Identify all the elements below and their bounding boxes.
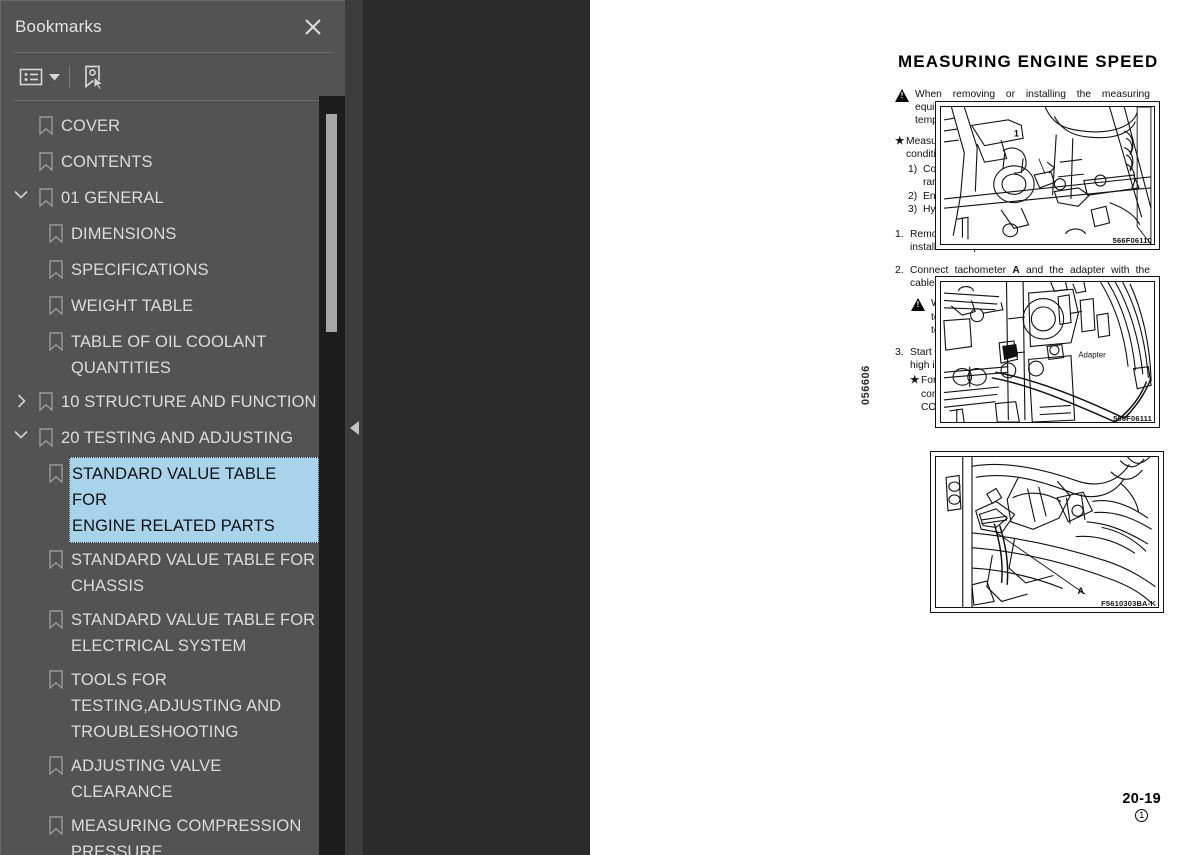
bookmark-item[interactable]: SPECIFICATIONS: [1, 253, 319, 289]
bookmark-item-label: MEASURING COMPRESSION PRESSURE: [71, 817, 302, 855]
bookmark-icon: [43, 603, 69, 629]
bookmark-icon: [43, 543, 69, 569]
bookmark-item[interactable]: STANDARD VALUE TABLE FOR CHASSIS: [1, 543, 319, 603]
bookmark-icon: [33, 145, 59, 171]
bookmark-item[interactable]: 01 GENERAL: [1, 181, 319, 217]
condition-number: 2): [908, 190, 918, 202]
panel-title: Bookmarks: [15, 17, 102, 36]
bookmark-icon: [43, 253, 69, 279]
bookmark-item-label: TOOLS FOR TESTING,ADJUSTING AND TROUBLES…: [71, 671, 282, 741]
collapse-left-triangle-icon[interactable]: [345, 0, 363, 855]
figure-1-drawing: 1: [943, 107, 1152, 244]
chevron-right-icon[interactable]: [9, 385, 33, 408]
figure-3: A F5610303BA-K: [930, 451, 1164, 613]
condition-number: 1): [908, 164, 918, 176]
pdf-page: 056606 MEASURING ENGINE SPEED When remov…: [590, 0, 1200, 855]
figure-2-drawing: Adapter: [943, 282, 1152, 422]
bookmark-item-label: 01 GENERAL: [61, 189, 164, 207]
bookmark-item-label: 10 STRUCTURE AND FUNCTION: [61, 393, 317, 411]
warning-triangle-icon: [911, 298, 925, 312]
bookmarks-scrollbar[interactable]: [319, 96, 345, 855]
bookmark-item[interactable]: TOOLS FOR TESTING,ADJUSTING AND TROUBLES…: [1, 663, 319, 749]
warning-triangle-icon: [895, 89, 909, 102]
triangle-glyph: [349, 420, 359, 435]
bookmark-tree-viewport: COVER CONTENTS 01 GENERAL DIMENSIONS SPECIFI…: [1, 102, 345, 855]
svg-text:Adapter: Adapter: [1078, 351, 1106, 360]
bookmark-item[interactable]: TABLE OF OIL COOLANT QUANTITIES: [1, 325, 319, 385]
bookmarks-scrollbar-thumb[interactable]: [326, 114, 337, 332]
page-number-value: 20-19: [1122, 791, 1161, 807]
toolbar-divider-bottom: [13, 100, 333, 101]
bookmark-tree: COVER CONTENTS 01 GENERAL DIMENSIONS SPECIFI…: [1, 102, 319, 855]
bookmark-item[interactable]: ADJUSTING VALVE CLEARANCE: [1, 749, 319, 809]
page-mark-circled: 1: [1135, 809, 1149, 822]
bookmark-item-label: DIMENSIONS: [71, 225, 177, 243]
bookmark-item-label: TABLE OF OIL COOLANT QUANTITIES: [71, 333, 267, 377]
page-side-code: 056606: [860, 365, 872, 405]
bookmark-icon: [43, 217, 69, 243]
figure-3-code: F5610303BA-K: [1101, 599, 1156, 608]
chevron-down-icon[interactable]: [9, 181, 33, 199]
pdf-reader-window: Bookmarks COVER CONTENTS 01 GENERAL DIME…: [0, 0, 1200, 855]
close-icon[interactable]: [301, 15, 325, 39]
bookmark-item-label: CONTENTS: [61, 153, 153, 171]
step-number-1: 1.: [895, 227, 904, 240]
bookmark-icon: [43, 289, 69, 315]
bookmark-item[interactable]: STANDARD VALUE TABLE FOR ENGINE RELATED …: [1, 457, 319, 543]
bookmark-item-label: STANDARD VALUE TABLE FOR ENGINE RELATED …: [69, 457, 319, 543]
bookmark-item[interactable]: DIMENSIONS: [1, 217, 319, 253]
bookmark-item-label: COVER: [61, 117, 121, 135]
bookmark-pointer-icon[interactable]: [80, 62, 106, 92]
bookmark-icon: [43, 663, 69, 689]
bookmark-icon: [33, 109, 59, 135]
bookmark-item[interactable]: STANDARD VALUE TABLE FOR ELECTRICAL SYST…: [1, 603, 319, 663]
chevron-down-icon[interactable]: [45, 62, 63, 92]
bookmark-item[interactable]: WEIGHT TABLE: [1, 289, 319, 325]
figure-1-code: 566F06110: [1112, 236, 1152, 245]
bookmarks-toolbar: [1, 53, 345, 101]
bookmarks-panel-header: Bookmarks: [1, 1, 345, 53]
condition-number: 3): [908, 204, 918, 216]
list-view-icon[interactable]: [19, 62, 45, 92]
bookmark-item[interactable]: 10 STRUCTURE AND FUNCTION: [1, 385, 319, 421]
chevron-down-icon[interactable]: [9, 421, 33, 439]
bookmarks-panel: Bookmarks COVER CONTENTS 01 GENERAL DIME…: [0, 0, 345, 855]
svg-text:A: A: [1078, 586, 1085, 596]
bookmark-item[interactable]: MEASURING COMPRESSION PRESSURE: [1, 809, 319, 855]
bookmark-icon: [43, 325, 69, 351]
pdf-viewer-area[interactable]: 056606 MEASURING ENGINE SPEED When remov…: [363, 0, 1200, 855]
figure-2-frame: Adapter: [940, 281, 1155, 423]
figure-3-drawing: A: [945, 457, 1156, 607]
bookmark-item[interactable]: 20 TESTING AND ADJUSTING: [1, 421, 319, 457]
bookmark-item-label: STANDARD VALUE TABLE FOR CHASSIS: [71, 551, 316, 595]
figure-3-frame: A: [935, 456, 1159, 608]
figure-1: 1 566F06110: [935, 101, 1160, 250]
page-number: 20-19 1: [1122, 790, 1161, 822]
step-number-3: 3.: [895, 346, 904, 359]
svg-text:1: 1: [1014, 128, 1019, 138]
bookmark-item[interactable]: COVER: [1, 109, 319, 145]
figure-2: Adapter 566F06111: [935, 276, 1160, 428]
figure-2-code: 566F06111: [1113, 414, 1152, 423]
bookmark-item-label: STANDARD VALUE TABLE FOR ELECTRICAL SYST…: [71, 611, 316, 655]
bookmark-icon: [43, 749, 69, 775]
toolbar-divider: [69, 66, 70, 88]
bookmark-icon: [33, 385, 59, 411]
bookmark-item-label: ADJUSTING VALVE CLEARANCE: [71, 757, 222, 801]
page-title: MEASURING ENGINE SPEED: [898, 52, 1159, 71]
bookmark-item[interactable]: CONTENTS: [1, 145, 319, 181]
bookmark-item-label: SPECIFICATIONS: [71, 261, 209, 279]
star-bullet-2: ★: [910, 374, 920, 387]
bookmark-item-label: WEIGHT TABLE: [71, 297, 194, 315]
bookmark-item-label: 20 TESTING AND ADJUSTING: [61, 429, 294, 447]
bookmark-icon: [43, 809, 69, 835]
bookmark-icon: [33, 421, 59, 447]
bookmark-icon: [43, 457, 69, 483]
step-number-2: 2.: [895, 264, 904, 277]
figure-1-frame: 1: [940, 106, 1155, 245]
bookmark-icon: [33, 181, 59, 207]
star-bullet-1: ★: [895, 134, 905, 147]
